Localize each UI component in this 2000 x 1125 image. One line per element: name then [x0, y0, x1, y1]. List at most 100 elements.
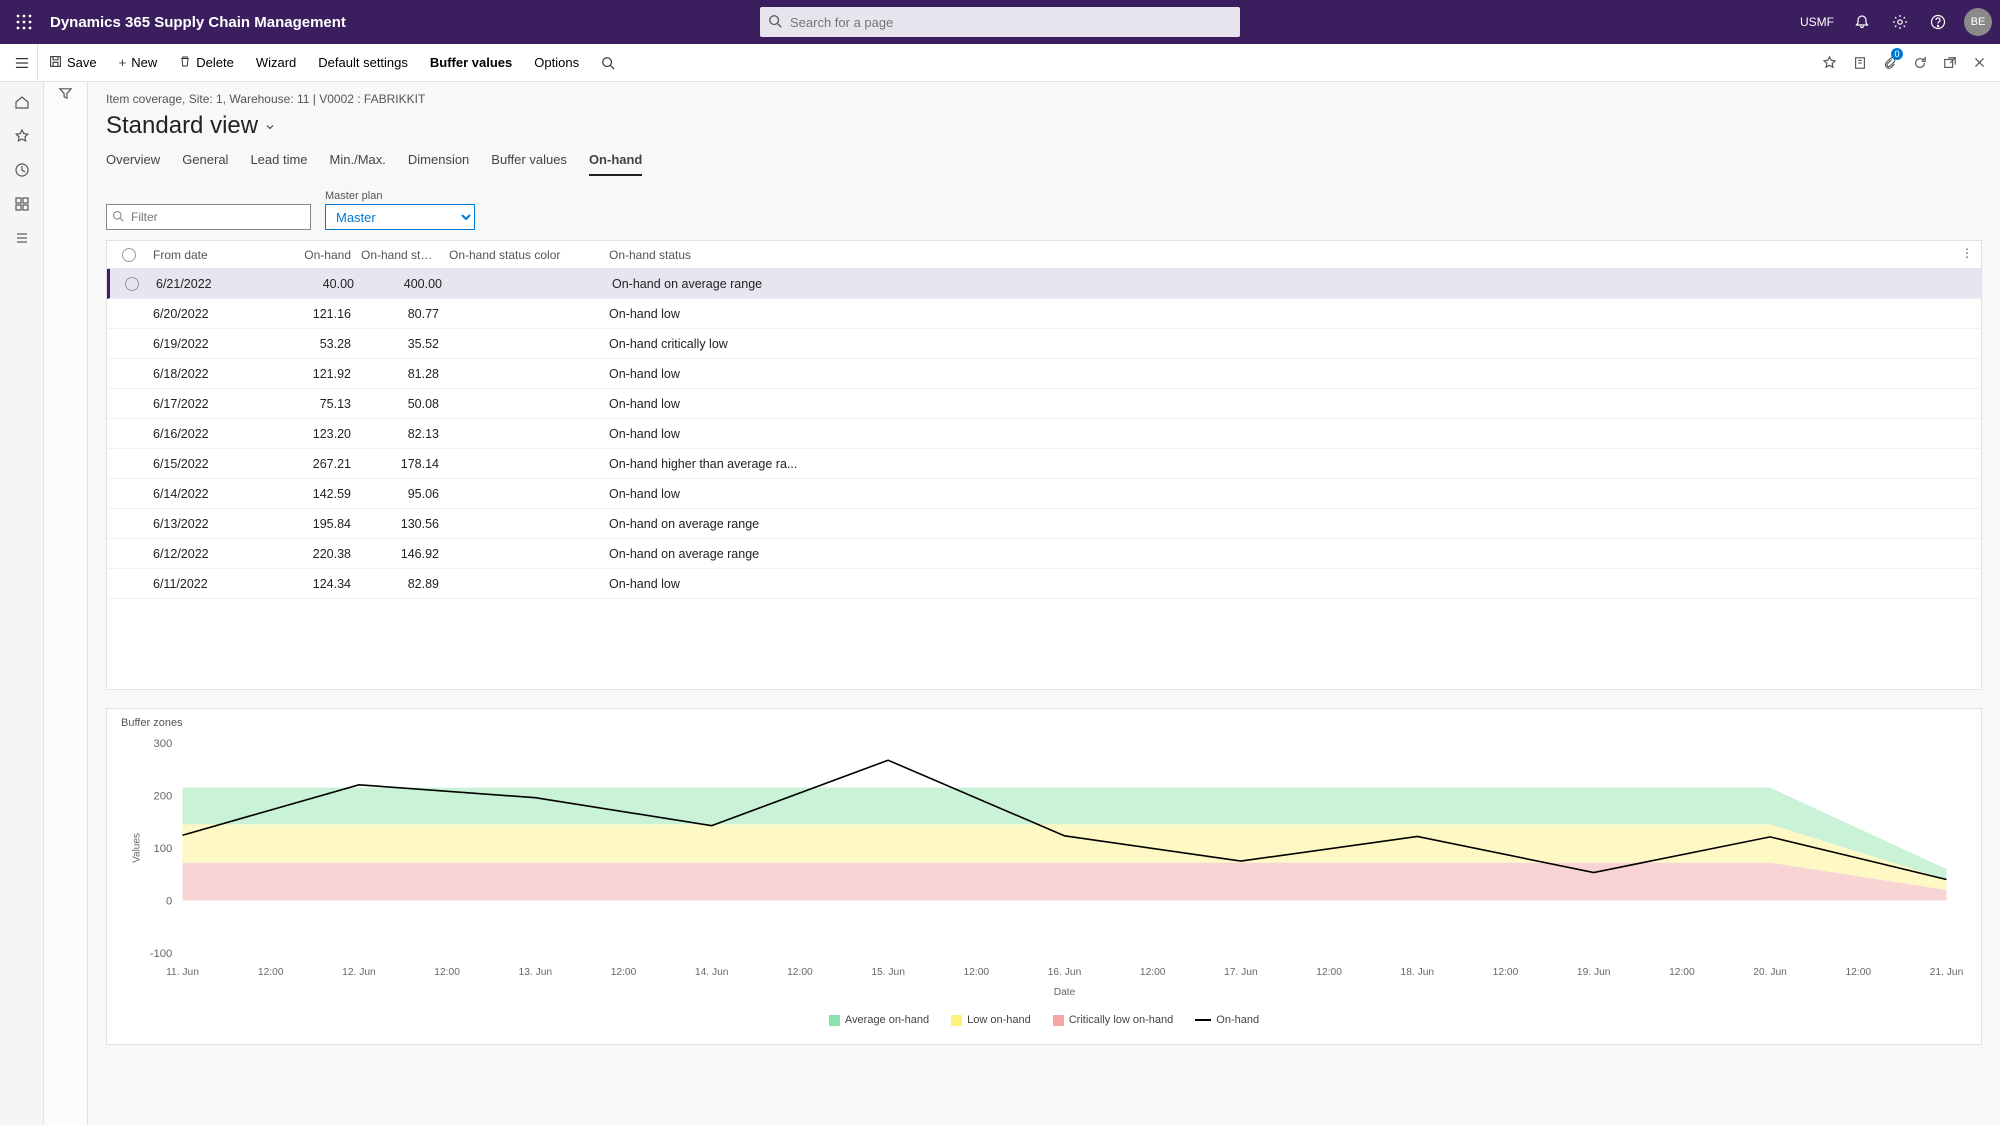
close-icon[interactable] [1965, 44, 1994, 81]
buffer-values-button[interactable]: Buffer values [419, 44, 523, 81]
cell-onhand: 124.34 [281, 577, 361, 591]
cell-onhand: 220.38 [281, 547, 361, 561]
help-icon[interactable] [1920, 4, 1956, 40]
table-row[interactable]: 6/16/2022123.2082.13On-hand low [107, 419, 1981, 449]
table-row[interactable]: 6/11/2022124.3482.89On-hand low [107, 569, 1981, 599]
action-search-icon[interactable] [590, 44, 626, 81]
cell-onhand-status-num: 400.00 [364, 277, 452, 291]
tab-buffer-values[interactable]: Buffer values [491, 152, 567, 176]
select-all-checkbox[interactable] [122, 248, 136, 262]
new-label: New [131, 55, 157, 70]
delete-button[interactable]: Delete [168, 44, 245, 81]
svg-text:12:00: 12:00 [1845, 967, 1871, 978]
tab-min-max-[interactable]: Min./Max. [330, 152, 386, 176]
table-row[interactable]: 6/14/2022142.5995.06On-hand low [107, 479, 1981, 509]
table-row[interactable]: 6/19/202253.2835.52On-hand critically lo… [107, 329, 1981, 359]
refresh-icon[interactable] [1905, 44, 1935, 81]
tab-dimension[interactable]: Dimension [408, 152, 469, 176]
new-button[interactable]: +New [108, 44, 169, 81]
svg-text:-100: -100 [150, 948, 173, 960]
cell-onhand: 53.28 [281, 337, 361, 351]
page-options-icon[interactable] [1845, 44, 1875, 81]
global-search-input[interactable] [760, 7, 1240, 37]
nav-home-icon[interactable] [6, 86, 38, 118]
personalize-icon[interactable] [1814, 44, 1845, 81]
svg-text:12:00: 12:00 [1316, 967, 1342, 978]
col-on-hand-status-color[interactable]: On-hand status color [449, 248, 599, 262]
popout-icon[interactable] [1935, 44, 1965, 81]
wizard-button[interactable]: Wizard [245, 44, 307, 81]
table-row[interactable]: 6/18/2022121.9281.28On-hand low [107, 359, 1981, 389]
cell-date: 6/19/2022 [151, 337, 281, 351]
table-row[interactable]: 6/13/2022195.84130.56On-hand on average … [107, 509, 1981, 539]
view-selector[interactable]: Standard view [106, 112, 1982, 140]
table-row[interactable]: 6/20/2022121.1680.77On-hand low [107, 299, 1981, 329]
table-row[interactable]: 6/15/2022267.21178.14On-hand higher than… [107, 449, 1981, 479]
nav-modules-icon[interactable] [6, 222, 38, 254]
svg-text:200: 200 [153, 791, 172, 803]
chevron-down-icon [264, 112, 276, 140]
table-row[interactable]: 6/21/202240.00400.00On-hand on average r… [107, 269, 1981, 299]
nav-recent-icon[interactable] [6, 154, 38, 186]
cell-date: 6/18/2022 [151, 367, 281, 381]
svg-text:12. Jun: 12. Jun [342, 967, 376, 978]
col-from-date[interactable]: From date [151, 248, 281, 262]
master-plan-select[interactable]: Master [325, 204, 475, 230]
tab-general[interactable]: General [182, 152, 228, 176]
legal-entity[interactable]: USMF [1800, 15, 1834, 29]
filter-pane-icon[interactable] [58, 86, 73, 106]
nav-favorites-icon[interactable] [6, 120, 38, 152]
grid-more-icon[interactable]: ⋮ [1961, 246, 1973, 260]
legend-crit-swatch [1053, 1015, 1064, 1026]
tab-lead-time[interactable]: Lead time [250, 152, 307, 176]
row-select[interactable] [125, 277, 139, 291]
cell-onhand: 121.16 [281, 307, 361, 321]
user-avatar[interactable]: BE [1964, 8, 1992, 36]
cell-date: 6/13/2022 [151, 517, 281, 531]
svg-text:20. Jun: 20. Jun [1753, 967, 1787, 978]
settings-icon[interactable] [1882, 4, 1918, 40]
view-name-label: Standard view [106, 112, 258, 140]
cell-status-text: On-hand higher than average ra... [599, 457, 1981, 471]
cell-onhand-status-num: 35.52 [361, 337, 449, 351]
notifications-icon[interactable] [1844, 4, 1880, 40]
svg-text:21. Jun: 21. Jun [1930, 967, 1964, 978]
cell-status-text: On-hand low [599, 427, 1981, 441]
cell-onhand: 123.20 [281, 427, 361, 441]
grid-header-row: From date On-hand On-hand statu... On-ha… [107, 241, 1981, 269]
cell-date: 6/21/2022 [154, 277, 284, 291]
attachments-icon[interactable]: 0 [1875, 44, 1905, 81]
cell-onhand-status-num: 178.14 [361, 457, 449, 471]
svg-text:13. Jun: 13. Jun [519, 967, 553, 978]
svg-text:12:00: 12:00 [1140, 967, 1166, 978]
grid-filter-input[interactable] [106, 204, 311, 230]
breadcrumb: Item coverage, Site: 1, Warehouse: 11 | … [106, 92, 1982, 106]
detail-tabs: Overview General Lead time Min./Max. Dimensi… [106, 152, 1982, 176]
col-on-hand[interactable]: On-hand [281, 248, 361, 262]
chart-legend: Average on-hand Low on-hand Critically l… [121, 1014, 1967, 1026]
nav-toggle-icon[interactable] [6, 44, 38, 81]
svg-text:12:00: 12:00 [611, 967, 637, 978]
svg-text:11. Jun: 11. Jun [166, 967, 199, 978]
cell-date: 6/15/2022 [151, 457, 281, 471]
default-settings-button[interactable]: Default settings [307, 44, 419, 81]
save-label: Save [67, 55, 97, 70]
col-on-hand-status[interactable]: On-hand status [599, 248, 1981, 262]
table-row[interactable]: 6/17/202275.1350.08On-hand low [107, 389, 1981, 419]
tab-on-hand[interactable]: On-hand [589, 152, 642, 176]
save-button[interactable]: Save [38, 44, 108, 81]
col-on-hand-status-num[interactable]: On-hand statu... [361, 248, 449, 262]
cell-onhand: 75.13 [281, 397, 361, 411]
buffer-zones-chart: -1000100200300Values11. Jun12:0012. Jun1… [121, 733, 1967, 1003]
cell-onhand-status-num: 130.56 [361, 517, 449, 531]
cell-onhand: 142.59 [281, 487, 361, 501]
cell-date: 6/11/2022 [151, 577, 281, 591]
table-row[interactable]: 6/12/2022220.38146.92On-hand on average … [107, 539, 1981, 569]
nav-workspaces-icon[interactable] [6, 188, 38, 220]
tab-overview[interactable]: Overview [106, 152, 160, 176]
svg-text:17. Jun: 17. Jun [1224, 967, 1258, 978]
cell-onhand: 195.84 [281, 517, 361, 531]
options-button[interactable]: Options [523, 44, 590, 81]
trash-icon [179, 55, 191, 71]
app-launcher-icon[interactable] [8, 6, 40, 38]
